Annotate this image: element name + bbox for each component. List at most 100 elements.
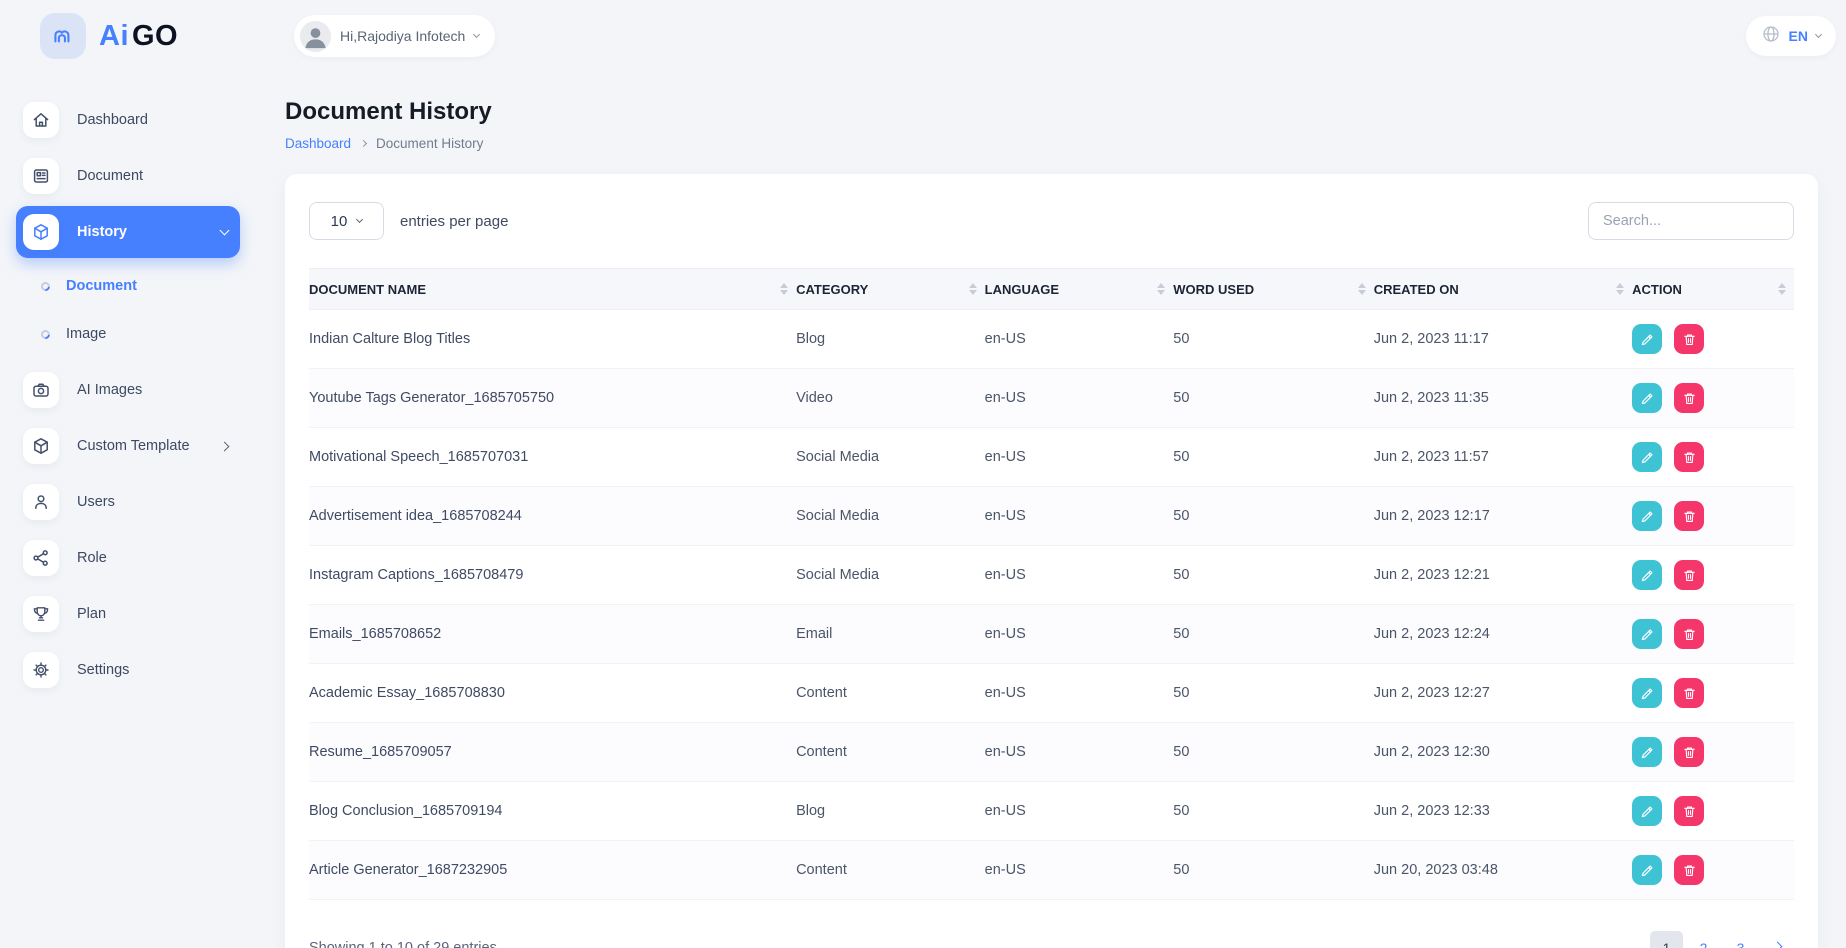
sidebar-item-history[interactable]: History [16, 206, 240, 258]
user-greeting: Hi,Rajodiya Infotech [340, 28, 465, 44]
table-row: Academic Essay_1685708830Contenten-US50J… [309, 664, 1794, 723]
edit-button[interactable] [1632, 855, 1662, 885]
table-footer: Showing 1 to 10 of 29 entries 123 [309, 931, 1794, 948]
entries-per-page-select[interactable]: 10 [309, 202, 384, 240]
delete-button[interactable] [1674, 383, 1704, 413]
cell-created-on: Jun 20, 2023 03:48 [1374, 841, 1632, 900]
share-icon [23, 540, 59, 576]
submenu-item-document[interactable]: Document [0, 262, 260, 310]
sort-carets-icon[interactable] [1358, 283, 1366, 295]
cell-created-on: Jun 2, 2023 11:17 [1374, 310, 1632, 369]
cell-created-on: Jun 2, 2023 12:30 [1374, 723, 1632, 782]
column-header-word-used[interactable]: WORD USED [1173, 269, 1373, 310]
user-avatar [300, 21, 331, 52]
showing-entries-text: Showing 1 to 10 of 29 entries [309, 940, 497, 948]
sort-carets-icon[interactable] [1778, 283, 1786, 295]
edit-button[interactable] [1632, 619, 1662, 649]
history-submenu: Document Image [0, 262, 260, 358]
sidebar-item-users[interactable]: Users [16, 476, 240, 528]
column-header-created-on[interactable]: CREATED ON [1374, 269, 1632, 310]
sort-carets-icon[interactable] [780, 283, 788, 295]
edit-button[interactable] [1632, 383, 1662, 413]
cube-icon [23, 214, 59, 250]
documents-table: DOCUMENT NAMECATEGORY LANGUAGEWORD USEDCR… [309, 268, 1794, 900]
column-header-document-name[interactable]: DOCUMENT NAME [309, 269, 796, 310]
template-cube-icon [23, 428, 59, 464]
app-logo[interactable]: AiGO [0, 13, 260, 59]
entries-per-page-label: entries per page [400, 213, 508, 230]
delete-button[interactable] [1674, 796, 1704, 826]
language-selector[interactable]: EN [1746, 16, 1836, 56]
edit-button[interactable] [1632, 796, 1662, 826]
cell-created-on: Jun 2, 2023 11:57 [1374, 428, 1632, 487]
sidebar-item-label: History [77, 224, 127, 240]
sidebar-item-ai-images[interactable]: AI Images [16, 364, 240, 416]
delete-button[interactable] [1674, 737, 1704, 767]
sort-carets-icon[interactable] [969, 283, 977, 295]
sidebar-item-document[interactable]: Document [16, 150, 240, 202]
cell-category: Blog [796, 310, 985, 369]
cell-document-name: Instagram Captions_1685708479 [309, 546, 796, 605]
search-input[interactable] [1588, 202, 1794, 240]
cell-action [1632, 723, 1794, 782]
edit-button[interactable] [1632, 737, 1662, 767]
column-header-category[interactable]: CATEGORY [796, 269, 985, 310]
cell-document-name: Advertisement idea_1685708244 [309, 487, 796, 546]
sidebar-item-plan[interactable]: Plan [16, 588, 240, 640]
column-header-action[interactable]: ACTION [1632, 269, 1794, 310]
breadcrumb: Dashboard Document History [285, 136, 1818, 151]
chevron-right-icon [220, 441, 230, 451]
sidebar-item-label: Users [77, 494, 115, 510]
edit-button[interactable] [1632, 501, 1662, 531]
table-row: Indian Calture Blog TitlesBlogen-US50Jun… [309, 310, 1794, 369]
delete-button[interactable] [1674, 442, 1704, 472]
sort-carets-icon[interactable] [1616, 283, 1624, 295]
column-label: ACTION [1632, 282, 1682, 297]
logo-text: AiGO [99, 20, 178, 53]
sidebar-item-dashboard[interactable]: Dashboard [16, 94, 240, 146]
submenu-item-image[interactable]: Image [0, 310, 260, 358]
cell-word-used: 50 [1173, 310, 1373, 369]
chevron-down-icon [473, 31, 480, 38]
chevron-down-icon [356, 216, 363, 223]
page-button-3[interactable]: 3 [1724, 931, 1757, 948]
user-icon [23, 484, 59, 520]
next-page-button[interactable] [1761, 931, 1794, 948]
sidebar-item-settings[interactable]: Settings [16, 644, 240, 696]
sidebar-item-label: Role [77, 550, 107, 566]
delete-button[interactable] [1674, 855, 1704, 885]
delete-button[interactable] [1674, 324, 1704, 354]
sort-carets-icon[interactable] [1157, 283, 1165, 295]
sidebar-item-role[interactable]: Role [16, 532, 240, 584]
cell-created-on: Jun 2, 2023 12:27 [1374, 664, 1632, 723]
main-content: Document History Dashboard Document Hist… [260, 72, 1846, 948]
delete-button[interactable] [1674, 501, 1704, 531]
cell-action [1632, 664, 1794, 723]
edit-button[interactable] [1632, 324, 1662, 354]
sidebar-item-custom-template[interactable]: Custom Template [16, 420, 240, 472]
edit-button[interactable] [1632, 678, 1662, 708]
gear-icon [23, 652, 59, 688]
delete-button[interactable] [1674, 619, 1704, 649]
edit-button[interactable] [1632, 560, 1662, 590]
column-header-language[interactable]: LANGUAGE [985, 269, 1174, 310]
cell-action [1632, 310, 1794, 369]
cell-created-on: Jun 2, 2023 12:21 [1374, 546, 1632, 605]
cell-action [1632, 605, 1794, 664]
sidebar-item-label: Plan [77, 606, 106, 622]
delete-button[interactable] [1674, 678, 1704, 708]
user-menu[interactable]: Hi,Rajodiya Infotech [294, 15, 495, 57]
column-label: CATEGORY [796, 282, 868, 297]
breadcrumb-dashboard-link[interactable]: Dashboard [285, 136, 351, 151]
cell-language: en-US [985, 664, 1174, 723]
page-button-1[interactable]: 1 [1650, 931, 1683, 948]
cell-document-name: Resume_1685709057 [309, 723, 796, 782]
cell-word-used: 50 [1173, 487, 1373, 546]
cell-language: en-US [985, 369, 1174, 428]
delete-button[interactable] [1674, 560, 1704, 590]
pagination: 123 [1650, 931, 1794, 948]
cell-word-used: 50 [1173, 723, 1373, 782]
page-button-2[interactable]: 2 [1687, 931, 1720, 948]
edit-button[interactable] [1632, 442, 1662, 472]
chevron-down-icon [1815, 31, 1822, 38]
